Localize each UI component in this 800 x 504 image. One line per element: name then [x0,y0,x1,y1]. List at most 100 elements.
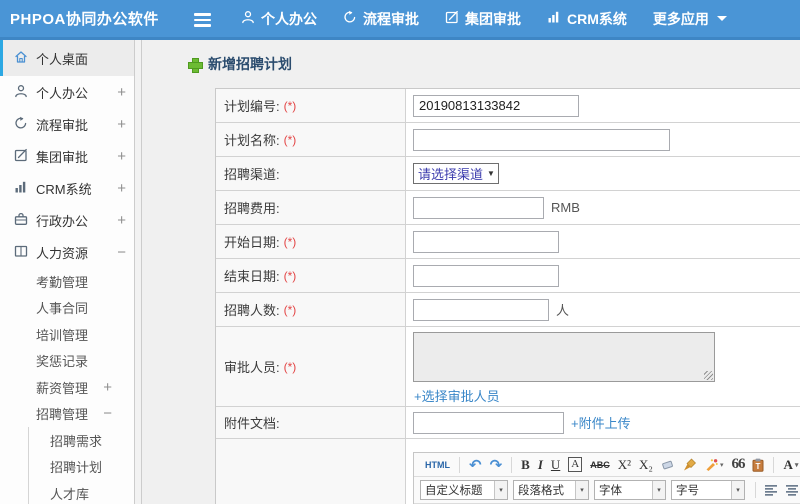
sidebar-subsubitem-label: 招聘需求 [50,433,103,449]
italic-button[interactable]: I [538,457,543,473]
app-logo: PHPOA协同办公软件 [10,11,159,28]
sidebar-item-3[interactable]: 流程审批 + [0,108,134,140]
nav-label: 集团审批 [465,10,521,27]
chevron-down-icon: ▾ [652,481,665,499]
chart-icon [547,10,567,27]
toolbar-separator [755,482,756,498]
approvers-textarea[interactable] [413,332,715,382]
label-text: 招聘渠道: [224,167,280,182]
sidebar-item-label: CRM系统 [36,181,92,197]
edit-icon [14,148,36,165]
sidebar-scrollbar[interactable] [134,40,142,504]
top-nav-5-caret-down[interactable]: 更多应用 [640,0,740,37]
expand-toggle-icon[interactable]: + [117,148,126,165]
flow-icon [343,10,363,27]
field-label-plan-name: 计划名称: (*) [216,123,406,156]
top-nav-3-edit[interactable]: 集团审批 [432,0,534,37]
sidebar-item-label: 行政办公 [36,213,89,229]
headcount-input[interactable] [413,298,549,321]
end-date-input[interactable] [413,264,559,287]
sidebar-item-2[interactable]: 个人办公 + [0,76,134,108]
sidebar-subitem-5[interactable]: 薪资管理 + [0,374,134,401]
redo-icon[interactable]: ↷ [490,456,503,474]
expand-toggle-icon[interactable]: + [117,84,126,101]
strikethrough-button[interactable]: ABC [590,460,610,470]
font-size-select[interactable]: 字号 ▾ [671,480,745,500]
label-text: 附件文档: [224,416,280,431]
field-value-fee: RMB [406,191,800,224]
plan-name-input[interactable] [413,128,670,151]
top-nav: 个人办公 流程审批 集团审批 CRM系统 更多应用 [228,0,740,37]
sidebar-item-4[interactable]: 集团审批 + [0,140,134,172]
sidebar-item-5[interactable]: CRM系统 + [0,172,134,204]
form-row-start-date: 开始日期: (*) [216,225,800,259]
sidebar-subsubitem-3[interactable]: 人才库 [29,480,134,504]
menu-toggle-icon[interactable] [194,13,211,30]
plan-no-input[interactable] [413,94,579,117]
expand-toggle-icon[interactable]: + [117,116,126,133]
format-painter-icon[interactable]: ▾ [705,458,724,471]
html-source-button[interactable]: HTML [425,460,450,470]
field-label-start-date: 开始日期: (*) [216,225,406,258]
start-date-input[interactable] [413,230,559,253]
blockquote-button[interactable]: 66 [731,456,745,473]
font-family-select[interactable]: 字体 ▾ [594,480,666,500]
label-text: 开始日期: [224,235,280,250]
sidebar-subitem-1[interactable]: 考勤管理 [0,268,134,295]
custom-title-select[interactable]: 自定义标题 ▾ [420,480,508,500]
sidebar-item-7[interactable]: 人力资源 − [0,236,134,268]
paragraph-select[interactable]: 段落格式 ▾ [513,480,589,500]
bold-button[interactable]: B [521,457,530,473]
paste-icon[interactable]: T [752,458,764,472]
eraser-icon[interactable] [661,458,675,471]
chevron-down-icon: ▾ [719,461,724,469]
underline-button[interactable]: U [551,457,560,473]
sidebar-subsubitem-2[interactable]: 招聘计划 [29,454,134,481]
clean-format-icon[interactable] [683,458,697,472]
channel-select[interactable]: 请选择渠道 ▼ [413,163,499,184]
attachment-input[interactable] [413,411,564,434]
form-row-plan-name: 计划名称: (*) [216,123,800,157]
expand-toggle-icon[interactable]: + [117,212,126,229]
field-label-approvers: 审批人员: (*) [216,327,406,406]
select-approvers-link[interactable]: +选择审批人员 [414,389,500,404]
content-editor: HTML↶↷BIUAABCX²X₂▾66TA▾ab▾自定义标题▾段落格式▾字体▾… [413,452,800,504]
recruit-plan-form: 计划编号:(*)计划名称:(*)招聘渠道:请选择渠道▼招聘费用:RMB开始日期:… [215,88,800,504]
sidebar-subitem-3[interactable]: 培训管理 [0,321,134,348]
sidebar-item-1[interactable]: 个人桌面 [0,40,134,76]
align-left-icon[interactable] [765,484,778,496]
sidebar-subitem-4[interactable]: 奖惩记录 [0,348,134,375]
expand-toggle-icon[interactable]: + [103,379,112,396]
sidebar-item-6[interactable]: 行政办公 + [0,204,134,236]
sidebar-subitem-6[interactable]: 招聘管理 − [0,401,134,428]
align-center-icon[interactable] [786,484,799,496]
expand-toggle-icon[interactable]: − [117,244,126,261]
sidebar-subitem-2[interactable]: 人事合同 [0,295,134,322]
subscript-button[interactable]: X₂ [639,457,653,473]
label-text: 结束日期: [224,269,280,284]
field-label-headcount: 招聘人数: (*) [216,293,406,326]
select-value: 自定义标题 [425,485,483,497]
required-mark: (*) [283,98,297,113]
top-nav-4-chart[interactable]: CRM系统 [534,0,640,37]
sidebar-subitem-label: 培训管理 [36,327,89,343]
undo-icon[interactable]: ↶ [469,456,482,474]
caret-down-icon [716,16,727,21]
fee-input[interactable] [413,196,544,219]
sidebar-subsubitem-1[interactable]: 招聘需求 [29,427,134,454]
superscript-button[interactable]: X² [618,457,631,473]
top-nav-2-flow[interactable]: 流程审批 [330,0,432,37]
form-row-content: HTML↶↷BIUAABCX²X₂▾66TA▾ab▾自定义标题▾段落格式▾字体▾… [216,439,800,504]
sidebar-item-label: 人力资源 [36,245,89,261]
expand-toggle-icon[interactable]: − [103,405,112,422]
font-color-button[interactable]: A ▾ [783,457,798,473]
attachment-upload-link[interactable]: +附件上传 [571,413,631,432]
sidebar-subsubitem-label: 人才库 [50,486,90,502]
font-border-button[interactable]: A [568,457,583,472]
expand-toggle-icon[interactable]: + [117,180,126,197]
top-nav-1-person[interactable]: 个人办公 [228,0,330,37]
label-text: 计划名称: [224,133,280,148]
sidebar-subitem-label: 考勤管理 [36,274,89,290]
sidebar-subitem-label: 人事合同 [36,301,89,317]
add-plus-icon [188,57,203,73]
